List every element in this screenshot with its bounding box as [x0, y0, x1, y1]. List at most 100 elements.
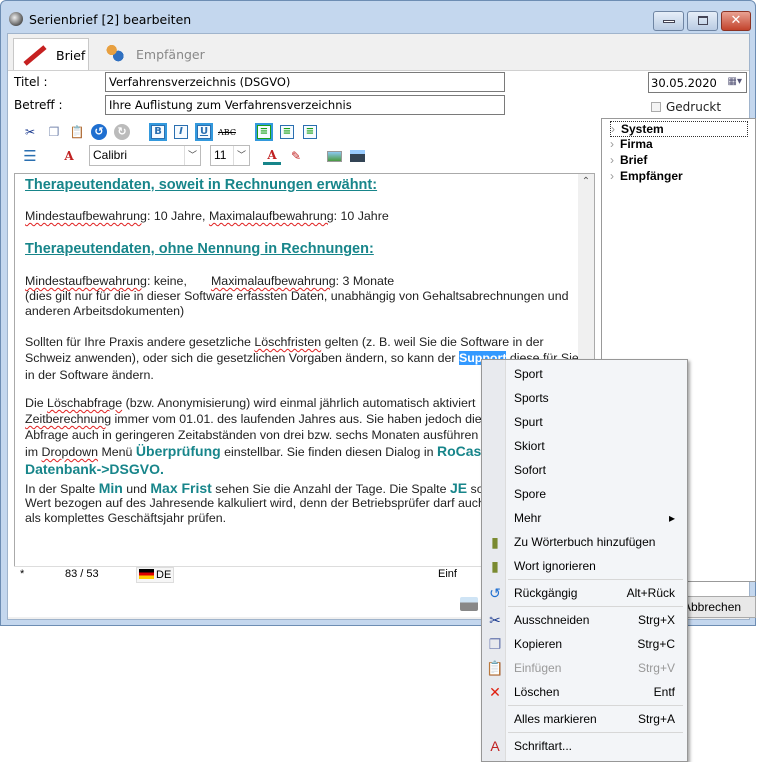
submenu-arrow-icon: ▸: [668, 511, 675, 525]
text-run: einstellbar. Sie finden diesen Dialog in: [220, 445, 437, 459]
menu-item[interactable]: Sport: [482, 362, 687, 386]
document-line[interactable]: Mindestaufbewahrung: keine, Maximalaufbe…: [25, 274, 394, 288]
menu-item[interactable]: ▮ Zu Wörterbuch hinzufügen: [482, 530, 687, 554]
align-left-button[interactable]: ≡: [255, 123, 273, 141]
menu-item[interactable]: ✕ Löschen Entf: [482, 680, 687, 704]
menu-item[interactable]: ▮ Wort ignorieren: [482, 554, 687, 578]
betreff-input[interactable]: [105, 95, 505, 115]
context-menu: Sport Sports Spurt Skiort Sofort Spore Mehr ▸ ▮ Z…: [481, 359, 688, 762]
undo-icon[interactable]: ↺: [90, 123, 108, 141]
menu-shortcut: Entf: [653, 685, 675, 699]
german-flag-icon: [139, 569, 154, 579]
chevron-right-icon[interactable]: ›: [610, 153, 614, 167]
list-icon[interactable]: ☰: [21, 147, 39, 165]
document-line[interactable]: Zeitberechnung immer vom 01.01. des lauf…: [25, 412, 495, 426]
tree-item-label: Firma: [620, 137, 653, 151]
misspelled-word: Maximalaufbewahrung: [210, 274, 336, 288]
print-icon[interactable]: [460, 597, 478, 611]
minimize-button[interactable]: [653, 11, 684, 31]
scroll-up-icon[interactable]: ⌃: [578, 176, 594, 187]
tree-item[interactable]: › System: [610, 121, 748, 137]
align-center-button[interactable]: ≡: [278, 123, 296, 141]
tab-label: Brief: [56, 48, 86, 63]
tab-brief[interactable]: Brief: [13, 38, 89, 71]
document-line[interactable]: Die Löschabfrage (bzw. Anonymisierung) w…: [25, 396, 475, 410]
document-line[interactable]: anderen Arbeitsdokumenten): [25, 304, 184, 318]
italic-button[interactable]: I: [172, 123, 190, 141]
font-color-icon[interactable]: A: [263, 147, 281, 165]
menu-item[interactable]: Spurt: [482, 410, 687, 434]
document-line[interactable]: im Dropdown Menü Überprüfung einstellbar…: [25, 443, 494, 459]
maximize-button[interactable]: [687, 11, 718, 31]
scanner-icon[interactable]: [348, 147, 366, 165]
copy-icon[interactable]: ❐: [45, 123, 63, 141]
chevron-right-icon[interactable]: ›: [611, 122, 615, 136]
strikethrough-button[interactable]: ABC: [218, 123, 236, 141]
text-run: und: [122, 482, 151, 496]
menu-item[interactable]: ❐ Kopieren Strg+C: [482, 632, 687, 656]
tree-item[interactable]: › Empfänger: [610, 169, 683, 183]
scissors-icon: ✂: [489, 612, 501, 628]
text-run: Sollten für Ihre Praxis andere gesetzlic…: [25, 335, 255, 349]
menu-item[interactable]: Alles markieren Strg+A: [482, 707, 687, 731]
align-right-button[interactable]: ≡: [301, 123, 319, 141]
checkbox-box[interactable]: [651, 102, 661, 112]
document-line[interactable]: Therapeutendaten, ohne Nennung in Rechnu…: [25, 241, 374, 257]
tab-empfaenger[interactable]: Empfänger: [96, 38, 205, 71]
chevron-down-icon[interactable]: ﹀: [233, 146, 249, 165]
undo-icon: ↺: [489, 585, 501, 601]
document-line[interactable]: In der Spalte Min und Max Frist sehen Si…: [25, 480, 508, 496]
redo-icon[interactable]: ↻: [113, 123, 131, 141]
paste-icon[interactable]: 📋: [68, 123, 86, 141]
menu-separator: [508, 705, 683, 706]
underline-button[interactable]: U: [195, 123, 213, 141]
menu-shortcut: Strg+X: [637, 613, 675, 627]
document-line[interactable]: in der Software ändern.: [25, 368, 154, 382]
menu-item[interactable]: Sports: [482, 386, 687, 410]
menu-item-label: Sports: [514, 391, 549, 405]
titel-input[interactable]: [105, 72, 505, 92]
misspelled-word: Löschfristen: [254, 335, 322, 349]
date-picker[interactable]: 30.05.2020 ▦▾: [648, 72, 747, 93]
gedruckt-label: Gedruckt: [666, 100, 722, 114]
text-run: sehen Sie die Anzahl der Tage. Die Spalt…: [211, 482, 450, 496]
misspelled-word: Mindestaufbewahrung: [25, 209, 147, 223]
menu-item[interactable]: Spore: [482, 482, 687, 506]
menu-item[interactable]: ✂ Ausschneiden Strg+X: [482, 608, 687, 632]
font-family-select[interactable]: Calibri ﹀: [89, 145, 201, 166]
menu-item[interactable]: Mehr ▸: [482, 506, 687, 530]
keyword-text: Datenbank->DSGVO.: [25, 461, 164, 477]
language-indicator[interactable]: DE: [136, 567, 175, 583]
image-icon[interactable]: [325, 147, 343, 165]
document-line[interactable]: Datenbank->DSGVO.: [25, 461, 164, 477]
menu-item[interactable]: Sofort: [482, 458, 687, 482]
menu-item[interactable]: Skiort: [482, 434, 687, 458]
bold-button[interactable]: B: [149, 123, 167, 141]
document-line[interactable]: Therapeutendaten, soweit in Rechnungen e…: [25, 177, 377, 193]
document-line[interactable]: Abfrage auch in geringeren Zeitabständen…: [25, 428, 488, 442]
document-line[interactable]: Wert bezogen auf des Jahresende kalkulie…: [25, 496, 485, 510]
document-line[interactable]: Sollten für Ihre Praxis andere gesetzlic…: [25, 335, 544, 349]
tree-item[interactable]: › Brief: [610, 153, 647, 167]
chevron-right-icon[interactable]: ›: [610, 169, 614, 183]
chevron-right-icon[interactable]: ›: [610, 137, 614, 151]
text-run: : keine,: [146, 274, 211, 288]
close-button[interactable]: ✕: [721, 11, 751, 31]
document-line[interactable]: (dies gilt nur für die in dieser Softwar…: [25, 289, 568, 303]
font-size-select[interactable]: 11 ﹀: [210, 145, 250, 166]
document-line[interactable]: Mindestaufbewahrung: 10 Jahre, Maximalau…: [25, 209, 389, 223]
menu-item[interactable]: ↺ Rückgängig Alt+Rück: [482, 581, 687, 605]
menu-item[interactable]: 📋 Einfügen Strg+V: [482, 656, 687, 680]
highlight-pen-icon[interactable]: ✎: [287, 147, 305, 165]
keyword-text: Überprüfung: [135, 443, 221, 459]
calendar-icon[interactable]: ▦▾: [728, 76, 742, 87]
gedruckt-checkbox[interactable]: Gedruckt: [651, 100, 721, 114]
text-run: (bzw. Anonymisierung) wird einmal jährli…: [122, 396, 476, 410]
tree-item[interactable]: › Firma: [610, 137, 653, 151]
cut-icon[interactable]: ✂: [21, 123, 39, 141]
document-line[interactable]: als komplettes Geschäftsjahr prüfen.: [25, 511, 226, 525]
text-run: Die: [25, 396, 48, 410]
chevron-down-icon[interactable]: ﹀: [184, 146, 200, 165]
font-style-icon[interactable]: A: [60, 147, 78, 165]
menu-item[interactable]: A Schriftart...: [482, 734, 687, 758]
